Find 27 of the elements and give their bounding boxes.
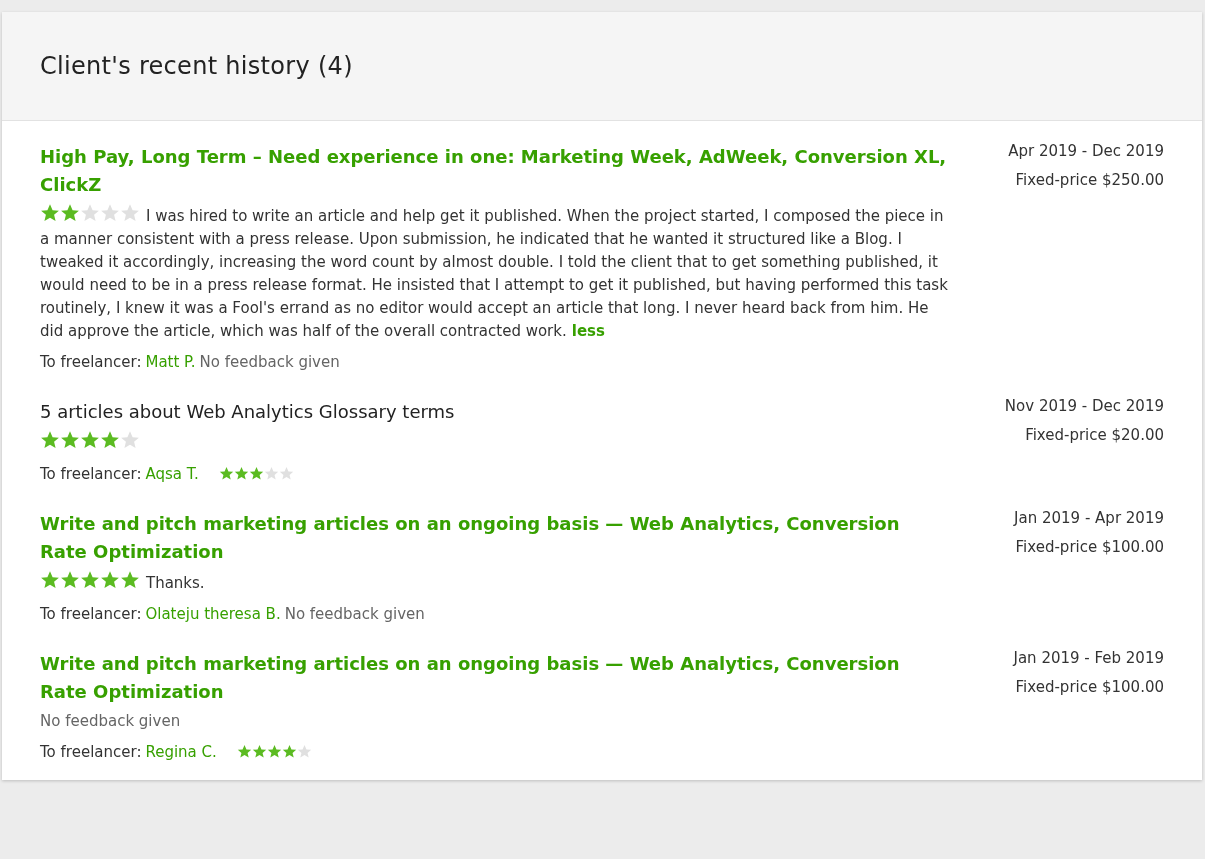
date-range: Jan 2019 - Apr 2019	[1012, 508, 1164, 529]
freelancer-label: To freelancer:	[40, 743, 142, 761]
date-range: Apr 2019 - Dec 2019	[1007, 141, 1164, 162]
freelancer-label: To freelancer:	[40, 465, 142, 483]
less-link[interactable]: less	[571, 322, 605, 340]
job-price: Fixed-price $250.00	[1014, 170, 1164, 191]
job-title-link[interactable]: Write and pitch marketing articles on an ongoing basis — Web Analytics, Conversion Rate Optimization	[40, 510, 950, 566]
date-range: Jan 2019 - Feb 2019	[1011, 648, 1164, 669]
no-feedback-text: No feedback given	[199, 353, 340, 371]
no-feedback-text: No feedback given	[284, 605, 425, 623]
freelancer-label: To freelancer:	[40, 605, 142, 623]
section-title: Client's recent history (4)	[40, 52, 353, 80]
no-feedback-text: No feedback given	[40, 712, 181, 730]
job-price: Fixed-price $100.00	[1014, 537, 1164, 558]
freelancer-link[interactable]: Olateju theresa B.	[145, 605, 281, 623]
feedback-comment: I was hired to write an article and help get it published. When the project started, I composed the piece in a manner consistent with a press release. Upon submission, he indicated that he wanted it structured like a Blog. I tweaked it accordingly, increasing the word count by almost double. I told the client that to get something published, it would need to be in a press release format. He insisted that I attempt to get it published, but having performed this task routinely, I knew it was a Fool's errand as no editor would accept an article that long. I never heard back from him. He did approve the article, which was half of the overall contracted work. less	[40, 207, 948, 340]
freelancer-link[interactable]: Regina C.	[145, 743, 217, 761]
job-price: Fixed-price $100.00	[1014, 677, 1164, 698]
date-range: Nov 2019 - Dec 2019	[1003, 396, 1164, 417]
freelancer-link[interactable]: Matt P.	[145, 353, 196, 371]
freelancer-label: To freelancer:	[40, 353, 142, 371]
freelancer-link[interactable]: Aqsa T.	[145, 465, 199, 483]
job-title-link[interactable]: Write and pitch marketing articles on an ongoing basis — Web Analytics, Conversion Rate Optimization	[40, 650, 950, 706]
job-title: 5 articles about Web Analytics Glossary terms	[40, 400, 456, 424]
job-title-link[interactable]: High Pay, Long Term – Need experience in one: Marketing Week, AdWeek, Conversion XL, ClickZ	[40, 143, 950, 199]
feedback-comment: Thanks.	[146, 574, 205, 592]
job-price: Fixed-price $20.00	[1024, 425, 1164, 446]
